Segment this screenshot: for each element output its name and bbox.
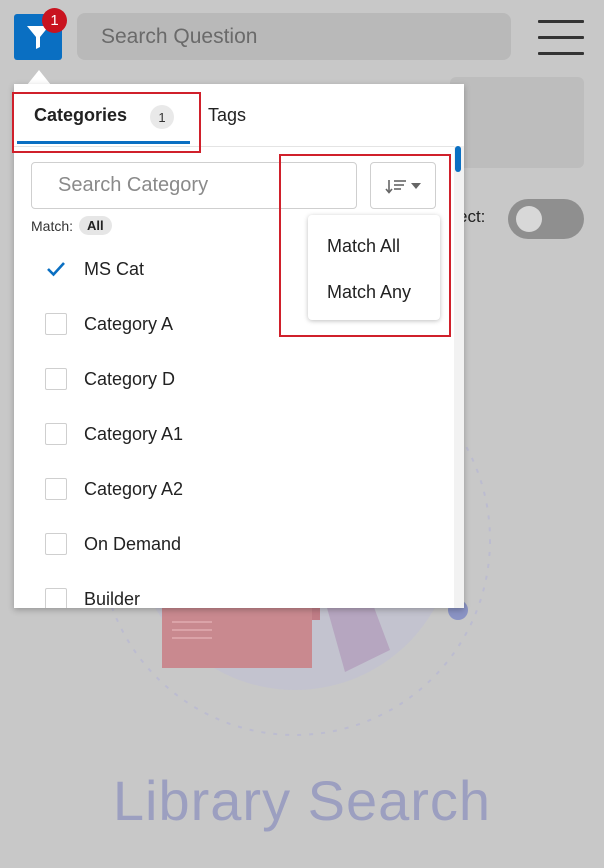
tab-tags[interactable]: Tags — [208, 105, 246, 126]
match-indicator: Match: All — [31, 216, 112, 235]
category-item-builder[interactable]: Builder — [45, 587, 140, 608]
checkmark-icon — [47, 262, 65, 277]
category-label: Builder — [84, 588, 141, 609]
tab-categories-count: 1 — [150, 105, 174, 129]
category-label: Category A1 — [84, 423, 184, 444]
category-item-on-demand[interactable]: On Demand — [45, 532, 181, 556]
category-label: Category A2 — [84, 478, 184, 499]
category-checkbox[interactable] — [45, 588, 67, 608]
match-mode-dropdown: Match All Match Any — [308, 215, 440, 320]
category-item-category-d[interactable]: Category D — [45, 367, 175, 391]
select-toggle[interactable] — [508, 199, 584, 239]
category-search-input[interactable] — [56, 173, 356, 198]
category-item-category-a[interactable]: Category A — [45, 312, 173, 336]
category-checkbox[interactable] — [45, 313, 67, 335]
background-card — [450, 77, 584, 168]
category-label: MS Cat — [84, 258, 145, 279]
category-item-category-a1[interactable]: Category A1 — [45, 422, 183, 446]
category-label: Category D — [84, 368, 176, 389]
question-search-bar[interactable] — [77, 13, 511, 60]
filter-tabs: Categories 1 Tags — [14, 84, 464, 147]
match-label: Match: — [31, 217, 74, 234]
question-search-input[interactable] — [99, 23, 511, 50]
category-checkbox[interactable] — [45, 533, 67, 555]
menu-icon[interactable] — [538, 20, 584, 55]
category-checkbox[interactable] — [45, 368, 67, 390]
category-scrollbar-thumb[interactable] — [455, 146, 461, 172]
sort-icon — [385, 179, 406, 194]
category-label: Category A — [84, 313, 174, 334]
match-all-option[interactable]: Match All — [327, 236, 400, 257]
active-tab-indicator — [17, 141, 190, 144]
caret-down-icon — [411, 182, 421, 189]
category-checkbox[interactable] — [45, 258, 67, 280]
category-scrollbar-track[interactable] — [454, 146, 464, 608]
filter-count-badge: 1 — [42, 8, 67, 33]
match-mode-button[interactable] — [370, 162, 436, 209]
library-search-title: Library Search — [112, 769, 492, 832]
match-value-badge: All — [79, 216, 112, 235]
tab-categories[interactable]: Categories 1 — [17, 84, 190, 144]
tab-categories-label: Categories — [34, 105, 128, 125]
match-any-option[interactable]: Match Any — [327, 282, 411, 303]
category-item-ms-cat[interactable]: MS Cat — [45, 257, 144, 281]
category-item-category-a2[interactable]: Category A2 — [45, 477, 183, 501]
category-checkbox[interactable] — [45, 478, 67, 500]
popover-arrow — [27, 70, 51, 85]
category-label: On Demand — [84, 533, 182, 554]
filter-popover: Categories 1 Tags Match: All — [14, 84, 464, 608]
category-checkbox[interactable] — [45, 423, 67, 445]
category-search-box[interactable] — [31, 162, 357, 209]
